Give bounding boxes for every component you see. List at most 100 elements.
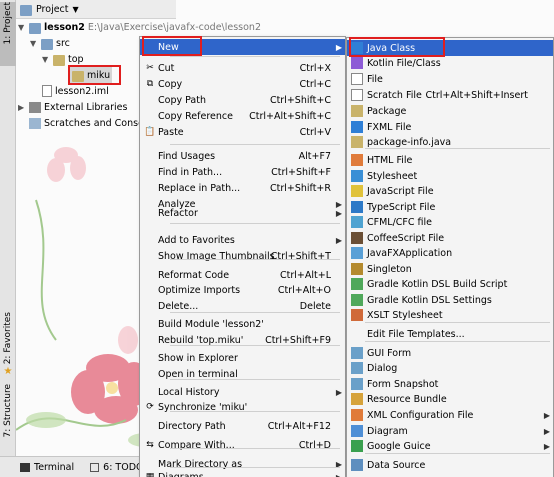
menu-item-icon: ⇆ bbox=[146, 440, 154, 450]
menu-item-build-module-lesson2[interactable]: Build Module 'lesson2' bbox=[140, 316, 345, 332]
submenu-item-diagram[interactable]: Diagram ▶ bbox=[347, 423, 553, 439]
tree-item-external-libraries[interactable]: ▶ External Libraries bbox=[18, 99, 127, 115]
submenu-item-javafxapplication[interactable]: JavaFXApplication bbox=[347, 245, 553, 261]
submenu-item-google-guice[interactable]: Google Guice ▶ bbox=[347, 438, 553, 454]
submenu-item-gui-form[interactable]: GUI Form bbox=[347, 345, 553, 361]
menu-item-find-in-path[interactable]: Find in Path... Ctrl+Shift+F bbox=[140, 164, 345, 180]
file-type-icon bbox=[351, 393, 363, 405]
menu-item-refactor[interactable]: Refactor ▶ bbox=[140, 205, 345, 221]
submenu-item-label: Google Guice bbox=[367, 440, 431, 452]
submenu-item-label: Singleton bbox=[367, 263, 412, 275]
menu-item-cut[interactable]: ✂ Cut Ctrl+X bbox=[140, 60, 345, 76]
submenu-item-data-source[interactable]: Data Source bbox=[347, 457, 553, 473]
menu-item-replace-in-path[interactable]: Replace in Path... Ctrl+Shift+R bbox=[140, 180, 345, 196]
menu-item-shortcut: Ctrl+Alt+Shift+C bbox=[249, 110, 331, 122]
submenu-arrow-icon: ▶ bbox=[335, 472, 342, 477]
submenu-item-stylesheet[interactable]: Stylesheet bbox=[347, 168, 553, 184]
submenu-item-form-snapshot[interactable]: Form Snapshot bbox=[347, 376, 553, 392]
submenu-item-label: Package bbox=[367, 105, 407, 117]
menu-item-copy-path[interactable]: Copy Path Ctrl+Shift+C bbox=[140, 92, 345, 108]
tab-terminal[interactable]: Terminal bbox=[20, 462, 74, 473]
menu-item-shortcut: Ctrl+Shift+F bbox=[271, 166, 331, 178]
submenu-item-xml-configuration-file[interactable]: XML Configuration File ▶ bbox=[347, 407, 553, 423]
submenu-item-edit-file-templates[interactable]: Edit File Templates... bbox=[347, 326, 553, 342]
submenu-item-gradle-kotlin-dsl-build-script[interactable]: Gradle Kotlin DSL Build Script bbox=[347, 276, 553, 292]
menu-separator bbox=[365, 341, 550, 342]
submenu-item-package[interactable]: Package bbox=[347, 103, 553, 119]
menu-item-icon: ▦ bbox=[145, 472, 155, 477]
submenu-arrow-icon: ▶ bbox=[543, 426, 550, 436]
context-menu: New ▶ ✂ Cut Ctrl+X ⧉ Copy Ctrl+C Copy Path Ctrl+S… bbox=[139, 36, 346, 477]
submenu-item-file[interactable]: File bbox=[347, 71, 553, 87]
chevron-down-icon: ▼ bbox=[18, 22, 25, 32]
menu-separator bbox=[170, 259, 340, 260]
submenu-item-xslt-stylesheet[interactable]: XSLT Stylesheet bbox=[347, 307, 553, 323]
menu-item-label: Rebuild 'top.miku' bbox=[158, 334, 244, 346]
todo-icon bbox=[90, 462, 100, 472]
menu-item-label: Find in Path... bbox=[158, 166, 223, 178]
menu-item-show-image-thumbnails[interactable]: Show Image Thumbnails Ctrl+Shift+T bbox=[140, 248, 345, 264]
submenu-item-label: Edit File Templates... bbox=[367, 328, 465, 340]
menu-separator bbox=[170, 223, 340, 224]
submenu-item-coffeescript-file[interactable]: CoffeeScript File bbox=[347, 230, 553, 246]
menu-item-copy[interactable]: ⧉ Copy Ctrl+C bbox=[140, 76, 345, 92]
tree-item-src[interactable]: ▼ src bbox=[30, 35, 70, 51]
menu-item-copy-reference[interactable]: Copy Reference Ctrl+Alt+Shift+C bbox=[140, 108, 345, 124]
submenu-item-singleton[interactable]: Singleton bbox=[347, 261, 553, 277]
menu-item-paste[interactable]: 📋 Paste Ctrl+V bbox=[140, 124, 345, 140]
menu-item-find-usages[interactable]: Find Usages Alt+F7 bbox=[140, 148, 345, 164]
submenu-item-cfml-cfc-file[interactable]: CFML/CFC file bbox=[347, 214, 553, 230]
menu-item-compare-with[interactable]: ⇆ Compare With... Ctrl+D bbox=[140, 437, 345, 453]
tab-structure[interactable]: 7: Structure bbox=[2, 384, 14, 446]
terminal-icon bbox=[20, 462, 30, 472]
new-highlight-box bbox=[142, 36, 202, 56]
menu-item-label: Diagrams bbox=[158, 471, 204, 477]
submenu-item-label: Dialog bbox=[367, 362, 398, 374]
submenu-item-resource-bundle[interactable]: Resource Bundle bbox=[347, 391, 553, 407]
menu-item-label: Refactor bbox=[158, 207, 198, 219]
submenu-item-kotlin-file-class[interactable]: Kotlin File/Class bbox=[347, 55, 553, 71]
submenu-item-gradle-kotlin-dsl-settings[interactable]: Gradle Kotlin DSL Settings bbox=[347, 292, 553, 308]
submenu-arrow-icon: ▶ bbox=[335, 42, 342, 52]
submenu-item-fxml-file[interactable]: FXML File bbox=[347, 119, 553, 135]
tab-todo[interactable]: 6: TODO bbox=[90, 462, 144, 473]
tree-item-lesson2-iml[interactable]: lesson2.iml bbox=[42, 83, 109, 99]
submenu-item-label: Diagram bbox=[367, 425, 408, 437]
tab-label: Favorites bbox=[3, 312, 13, 353]
menu-item-show-in-explorer[interactable]: Show in Explorer bbox=[140, 350, 345, 366]
submenu-item-label: CoffeeScript File bbox=[367, 232, 445, 244]
submenu-item-javascript-file[interactable]: JavaScript File bbox=[347, 183, 553, 199]
submenu-item-label: Scratch File bbox=[367, 89, 422, 101]
submenu-item-html-file[interactable]: HTML File bbox=[347, 152, 553, 168]
menu-item-synchronize-miku[interactable]: ⟳ Synchronize 'miku' bbox=[140, 399, 345, 415]
submenu-item-dialog[interactable]: Dialog bbox=[347, 360, 553, 376]
tree-item-lesson2[interactable]: ▼ lesson2 E:\Java\Exercise\javafx-code\l… bbox=[18, 19, 261, 35]
menu-item-reformat-code[interactable]: Reformat Code Ctrl+Alt+L bbox=[140, 267, 345, 283]
file-type-icon bbox=[351, 247, 363, 259]
file-type-icon bbox=[351, 57, 363, 69]
project-panel-header[interactable]: Project ▼ bbox=[16, 0, 176, 19]
tab-favorites[interactable]: 2: Favorites ★ bbox=[2, 312, 14, 377]
file-type-icon bbox=[351, 216, 363, 228]
tab-project[interactable]: 1: Project bbox=[0, 2, 16, 66]
file-type-icon bbox=[351, 170, 363, 182]
menu-item-optimize-imports[interactable]: Optimize Imports Ctrl+Alt+O bbox=[140, 282, 345, 298]
submenu-item-label: Form Snapshot bbox=[367, 378, 439, 390]
menu-item-diagrams[interactable]: ▦ Diagrams ▶ bbox=[140, 469, 345, 477]
menu-item-label: Optimize Imports bbox=[158, 284, 241, 296]
tree-item-scratches[interactable]: Scratches and Console bbox=[18, 115, 152, 131]
file-type-icon bbox=[351, 409, 363, 421]
menu-item-directory-path[interactable]: Directory Path Ctrl+Alt+F12 bbox=[140, 418, 345, 434]
submenu-item-scratch-file[interactable]: Scratch File Ctrl+Alt+Shift+Insert bbox=[347, 87, 553, 103]
file-type-icon bbox=[351, 89, 363, 101]
menu-item-add-to-favorites[interactable]: Add to Favorites ▶ bbox=[140, 232, 345, 248]
file-type-icon bbox=[351, 136, 363, 148]
submenu-item-label: Data Source bbox=[367, 459, 426, 471]
submenu-item-typescript-file[interactable]: TypeScript File bbox=[347, 199, 553, 215]
menu-item-local-history[interactable]: Local History ▶ bbox=[140, 384, 345, 400]
package-icon bbox=[53, 54, 65, 66]
menu-item-label: Delete... bbox=[158, 300, 199, 312]
file-type-icon bbox=[351, 362, 363, 374]
tab-number: 2 bbox=[3, 358, 13, 365]
submenu-item-label: GUI Form bbox=[367, 347, 412, 359]
